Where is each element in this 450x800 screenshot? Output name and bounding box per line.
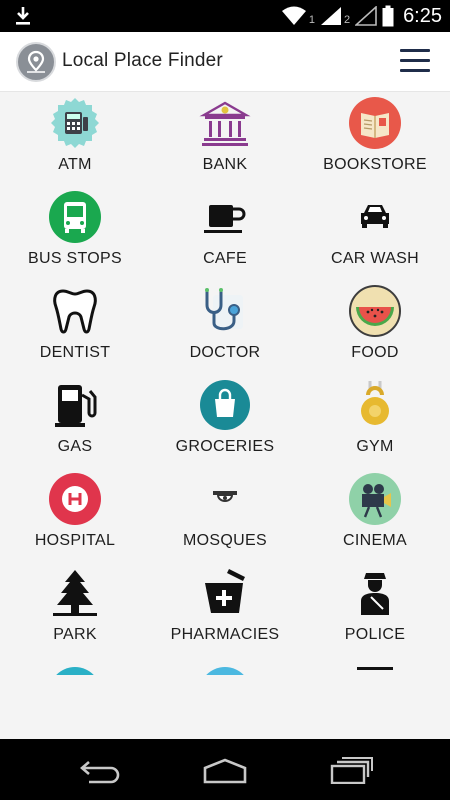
category-label: PARK (53, 626, 97, 643)
hamburger-menu-icon[interactable] (400, 49, 430, 73)
category-doctor[interactable]: DOCTOR (150, 280, 300, 374)
category-food[interactable]: FOOD (300, 280, 450, 374)
category-label: BANK (202, 156, 248, 173)
category-label: BUS STOPS (28, 250, 122, 267)
category-park[interactable]: PARK (0, 562, 150, 656)
category-label: CAFE (203, 250, 247, 267)
category-label: POLICE (344, 626, 406, 643)
category-groceries[interactable]: GROCERIES (150, 374, 300, 468)
movie-camera-icon (349, 473, 401, 525)
next-row-peek-icon (49, 667, 101, 675)
sim1-label: 1 (308, 14, 315, 26)
coffee-cup-icon (204, 205, 246, 233)
tooth-icon (53, 289, 97, 334)
stethoscope-icon (205, 288, 243, 331)
download-icon (16, 7, 30, 25)
kettlebell-icon (361, 381, 389, 425)
book-icon (349, 97, 401, 149)
category-label: PHARMACIES (170, 626, 280, 643)
atm-icon (51, 98, 99, 148)
category-bookstore[interactable]: BOOKSTORE (300, 92, 450, 186)
car-icon (361, 205, 389, 228)
category-label: GYM (356, 438, 394, 455)
watermelon-icon (349, 285, 401, 337)
home-icon[interactable] (202, 756, 248, 784)
bank-icon (199, 101, 251, 146)
status-bar: 1 2 6:25 (0, 0, 450, 32)
category-label: FOOD (351, 344, 399, 361)
map-pin-icon (27, 50, 45, 73)
category-label: DOCTOR (189, 344, 261, 361)
status-time: 6:25 (403, 4, 442, 27)
category-label: DENTIST (39, 344, 111, 361)
category-label: HOSPITAL (34, 532, 116, 549)
category-bus-stops[interactable]: BUS STOPS (0, 186, 150, 280)
sim2-label: 2 (343, 14, 351, 26)
police-officer-icon (361, 573, 389, 615)
next-row-peek-icon (199, 667, 251, 675)
hospital-icon (49, 473, 101, 525)
category-pharmacies[interactable]: PHARMACIES (150, 562, 300, 656)
app-title: Local Place Finder (62, 50, 223, 71)
category-bank[interactable]: BANK (150, 92, 300, 186)
next-row-peek-icon (349, 667, 401, 675)
signal-empty-icon (355, 6, 377, 26)
pharmacy-icon (205, 569, 245, 613)
shopping-bag-icon (200, 380, 250, 430)
bus-icon (49, 191, 101, 243)
category-gas[interactable]: GAS (0, 374, 150, 468)
wifi-icon (281, 6, 306, 25)
category-label: CINEMA (342, 532, 408, 549)
app-logo (16, 42, 56, 82)
category-police[interactable]: POLICE (300, 562, 450, 656)
system-nav-bar (0, 739, 450, 800)
category-car-wash[interactable]: CAR WASH (300, 186, 450, 280)
category-gym[interactable]: GYM (300, 374, 450, 468)
category-label: CAR WASH (330, 250, 420, 267)
category-atm[interactable]: ATM (0, 92, 150, 186)
category-label: GROCERIES (175, 438, 275, 455)
tree-icon (53, 570, 97, 616)
category-hospital[interactable]: HOSPITAL (0, 468, 150, 562)
empty-area (0, 675, 450, 739)
fuel-pump-icon (55, 385, 97, 427)
category-dentist[interactable]: DENTIST (0, 280, 150, 374)
category-cafe[interactable]: CAFE (150, 186, 300, 280)
battery-icon (382, 5, 394, 27)
category-mosques[interactable]: MOSQUES (150, 468, 300, 562)
category-grid: ATM BANK BOOKSTORE BUS STOPS CAFE CAR WA… (0, 92, 450, 675)
mosque-icon (213, 491, 237, 502)
recent-apps-icon[interactable] (328, 756, 374, 784)
back-icon[interactable] (77, 756, 123, 784)
signal-icon (320, 7, 341, 25)
category-label: ATM (58, 156, 92, 173)
category-label: GAS (57, 438, 93, 455)
category-label: MOSQUES (183, 532, 267, 549)
app-bar: Local Place Finder (0, 32, 450, 92)
category-label: BOOKSTORE (323, 156, 427, 173)
category-cinema[interactable]: CINEMA (300, 468, 450, 562)
